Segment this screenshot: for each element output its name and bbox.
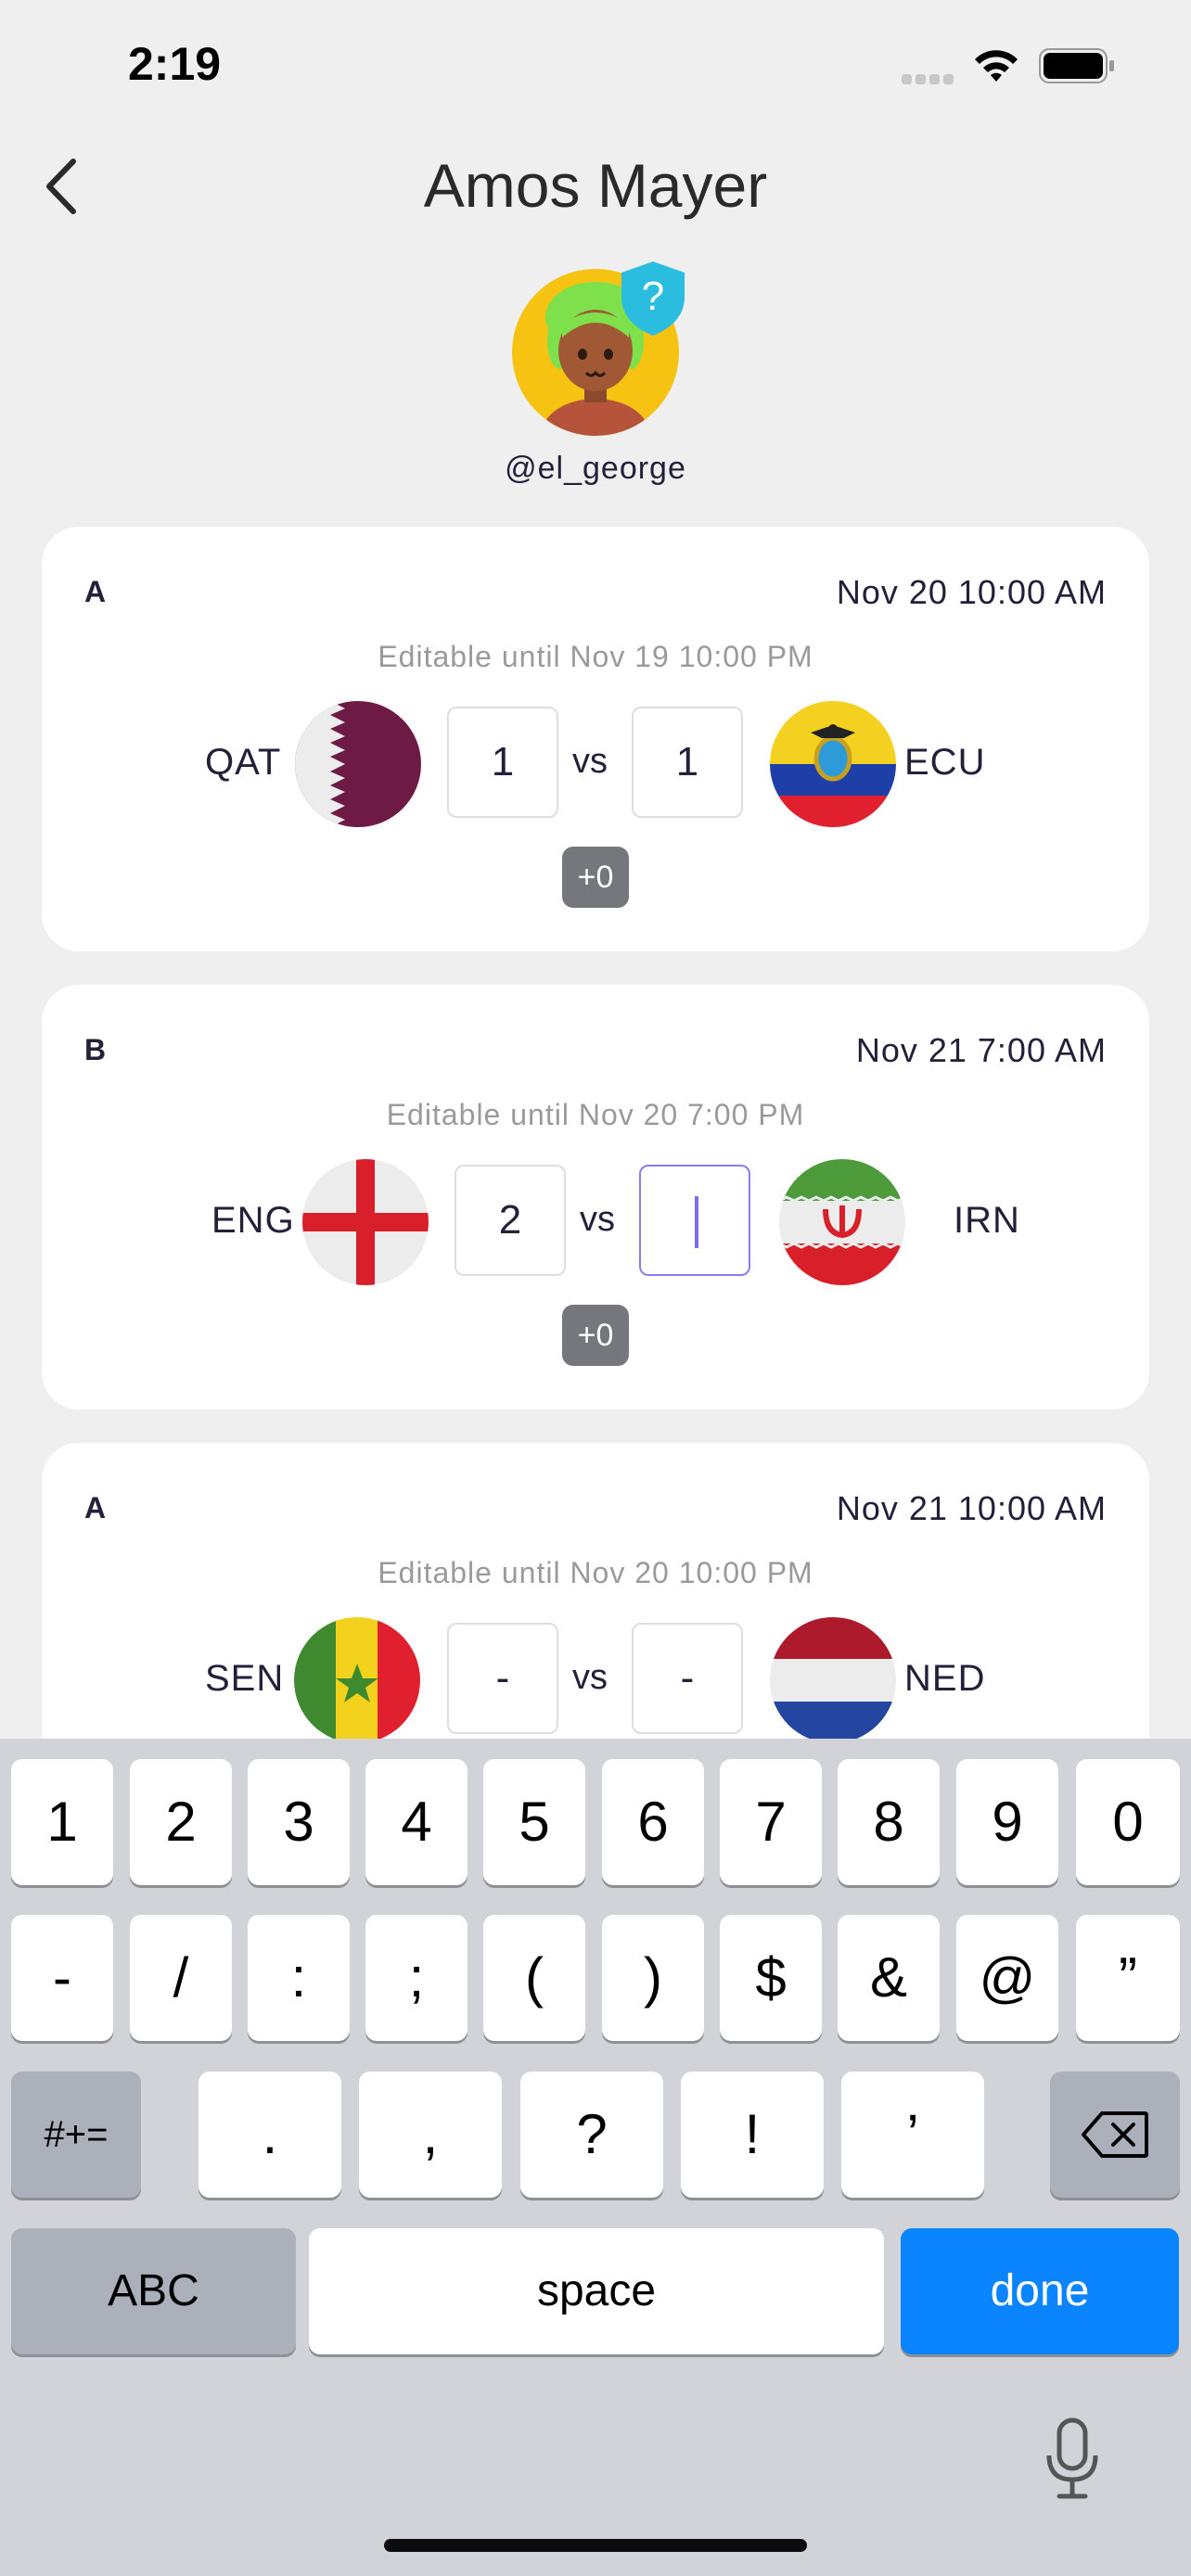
iran-flag-icon xyxy=(779,1159,905,1285)
svg-text:?: ? xyxy=(642,274,664,319)
text-cursor xyxy=(695,1196,698,1248)
points-badge: +0 xyxy=(562,1305,629,1366)
abc-button[interactable]: ABC xyxy=(11,2228,296,2354)
home-indicator[interactable] xyxy=(384,2539,807,2552)
kickoff-time: Nov 20 10:00 AM xyxy=(836,573,1107,611)
vs-label: vs xyxy=(580,1200,615,1239)
key-at[interactable]: @ xyxy=(956,1915,1058,2041)
editable-until: Editable until Nov 19 10:00 PM xyxy=(378,640,813,673)
key-question[interactable]: ? xyxy=(520,2072,663,2198)
home-score-input[interactable]: 1 xyxy=(447,707,558,818)
status-bar: 2:19 xyxy=(0,0,1191,130)
key-6[interactable]: 6 xyxy=(602,1759,704,1885)
kickoff-time: Nov 21 10:00 AM xyxy=(836,1489,1107,1527)
senegal-flag-icon xyxy=(294,1617,420,1743)
away-team-code: IRN xyxy=(954,1200,1020,1241)
key-colon[interactable]: : xyxy=(248,1915,350,2041)
key-5[interactable]: 5 xyxy=(483,1759,585,1885)
done-button[interactable]: done xyxy=(901,2228,1179,2354)
home-score-input[interactable]: 2 xyxy=(455,1165,566,1276)
key-1[interactable]: 1 xyxy=(11,1759,113,1885)
ecuador-flag-icon xyxy=(770,701,896,827)
key-slash[interactable]: / xyxy=(130,1915,232,2041)
key-9[interactable]: 9 xyxy=(956,1759,1058,1885)
editable-until: Editable until Nov 20 10:00 PM xyxy=(378,1556,813,1589)
england-flag-icon xyxy=(302,1159,429,1285)
points-badge: +0 xyxy=(562,847,629,908)
page-title: Amos Mayer xyxy=(423,151,768,220)
key-quote[interactable]: ” xyxy=(1076,1915,1180,2041)
vs-label: vs xyxy=(572,1658,608,1697)
netherlands-flag-icon xyxy=(770,1617,896,1743)
key-exclamation[interactable]: ! xyxy=(681,2072,824,2198)
unverified-shield-icon: ? xyxy=(621,261,685,336)
microphone-icon[interactable] xyxy=(1044,2417,1100,2500)
key-open-paren[interactable]: ( xyxy=(483,1915,585,2041)
key-apostrophe[interactable]: ’ xyxy=(841,2072,984,2198)
space-bar[interactable]: space xyxy=(309,2228,884,2354)
key-7[interactable]: 7 xyxy=(720,1759,822,1885)
key-ampersand[interactable]: & xyxy=(838,1915,940,2041)
home-team-code: ENG xyxy=(211,1200,295,1241)
qatar-flag-icon xyxy=(295,701,421,827)
away-team-code: NED xyxy=(904,1658,986,1699)
away-score-input[interactable] xyxy=(639,1165,750,1276)
key-semicolon[interactable]: ; xyxy=(365,1915,467,2041)
group-label: B xyxy=(84,1033,107,1066)
key-period[interactable]: . xyxy=(198,2072,341,2198)
away-score-input[interactable]: - xyxy=(632,1623,743,1734)
match-card: B Nov 21 7:00 AM Editable until Nov 20 7… xyxy=(42,985,1149,1409)
editable-until: Editable until Nov 20 7:00 PM xyxy=(386,1098,805,1131)
username: @el_george xyxy=(505,451,686,486)
key-3[interactable]: 3 xyxy=(248,1759,350,1885)
battery-icon xyxy=(1039,48,1114,83)
away-team-code: ECU xyxy=(904,742,986,783)
cellular-signal-icon xyxy=(902,72,957,89)
key-dollar[interactable]: $ xyxy=(720,1915,822,2041)
key-comma[interactable]: , xyxy=(359,2072,502,2198)
home-team-code: SEN xyxy=(205,1658,285,1699)
status-time: 2:19 xyxy=(128,38,222,90)
delete-button[interactable] xyxy=(1050,2072,1180,2198)
home-score-input[interactable]: - xyxy=(447,1623,558,1734)
away-score-input[interactable]: 1 xyxy=(632,707,743,818)
wifi-icon xyxy=(975,50,1018,82)
key-0[interactable]: 0 xyxy=(1076,1759,1180,1885)
key-8[interactable]: 8 xyxy=(838,1759,940,1885)
vs-label: vs xyxy=(572,742,608,781)
key-2[interactable]: 2 xyxy=(130,1759,232,1885)
backspace-icon xyxy=(1082,2111,1148,2158)
key-hyphen[interactable]: - xyxy=(11,1915,113,2041)
key-more-symbols[interactable]: #+= xyxy=(11,2072,141,2198)
group-label: A xyxy=(84,1491,107,1524)
kickoff-time: Nov 21 7:00 AM xyxy=(855,1031,1107,1069)
home-team-code: QAT xyxy=(205,742,282,783)
group-label: A xyxy=(84,575,107,608)
key-4[interactable]: 4 xyxy=(365,1759,467,1885)
key-close-paren[interactable]: ) xyxy=(602,1915,704,2041)
match-card: A Nov 20 10:00 AM Editable until Nov 19 … xyxy=(42,527,1149,951)
